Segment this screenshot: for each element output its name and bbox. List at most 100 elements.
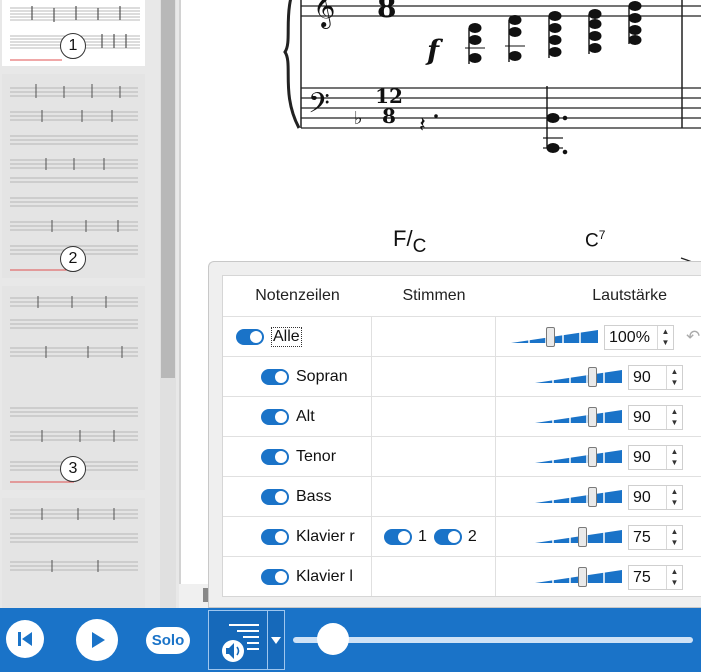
mixer-row: Alle 100% ▲ ▼ ↶: [223, 316, 701, 356]
decrement-arrow-icon[interactable]: ▼: [667, 417, 682, 428]
volume-column-header: Lautstärke: [592, 287, 667, 304]
staff-toggle[interactable]: [261, 368, 289, 385]
sidebar-splitter[interactable]: [179, 0, 181, 608]
page-number-badge: 1: [60, 33, 86, 59]
voices-cell: [372, 317, 496, 356]
volume-ramp: [535, 370, 622, 384]
increment-arrow-icon[interactable]: ▲: [667, 486, 682, 497]
volume-slider[interactable]: [535, 407, 622, 427]
staves-column-header: Notenzeilen: [255, 287, 340, 304]
playback-progress-handle[interactable]: [317, 623, 349, 655]
page-thumbnail[interactable]: 3: [2, 286, 145, 490]
volume-cell: 90 ▲ ▼: [496, 397, 701, 436]
staff-cell: Klavier l: [223, 557, 372, 596]
decrement-arrow-icon[interactable]: ▼: [667, 537, 682, 548]
volume-cell: 100% ▲ ▼ ↶: [496, 317, 701, 356]
spinbox-arrows[interactable]: ▲ ▼: [666, 406, 682, 429]
spinbox-arrows[interactable]: ▲ ▼: [666, 486, 682, 509]
play-button[interactable]: [76, 619, 118, 661]
volume-spinbox[interactable]: 90 ▲ ▼: [628, 405, 683, 430]
page-thumbnail-music: [10, 508, 138, 572]
volume-spinbox[interactable]: 90 ▲ ▼: [628, 485, 683, 510]
decrement-arrow-icon[interactable]: ▼: [667, 377, 682, 388]
staff-name: Alle: [271, 326, 302, 347]
chord-symbol-c7: C7: [585, 228, 605, 252]
volume-value: 75: [633, 529, 651, 546]
mixer-row: Klavier r 1 2 75 ▲ ▼: [223, 516, 701, 556]
volume-value: 90: [633, 449, 651, 466]
decrement-arrow-icon[interactable]: ▼: [667, 457, 682, 468]
page-number-badge: 2: [60, 246, 86, 272]
page-thumbnail[interactable]: [2, 498, 145, 608]
spinbox-arrows[interactable]: ▲ ▼: [666, 366, 682, 389]
mixer-dropdown-button[interactable]: [268, 610, 285, 670]
volume-slider-handle[interactable]: [578, 527, 587, 547]
volume-value: 90: [633, 489, 651, 506]
staff-toggle[interactable]: [261, 528, 289, 545]
volume-cell: 90 ▲ ▼: [496, 437, 701, 476]
page-thumbnail[interactable]: 2: [2, 74, 145, 278]
voices-cell: [372, 557, 496, 596]
staff-cell: Alt: [223, 397, 372, 436]
mixer-toggle-button[interactable]: [208, 610, 268, 670]
volume-spinbox[interactable]: 100% ▲ ▼: [604, 325, 674, 350]
transport-bar: Solo: [0, 608, 701, 672]
volume-slider-handle[interactable]: [588, 487, 597, 507]
volume-slider-handle[interactable]: [546, 327, 555, 347]
staff-name: Klavier l: [296, 567, 353, 585]
increment-arrow-icon[interactable]: ▲: [667, 366, 682, 377]
volume-slider-handle[interactable]: [588, 447, 597, 467]
staff-toggle[interactable]: [236, 328, 264, 345]
increment-arrow-icon[interactable]: ▲: [658, 326, 673, 337]
chord-root: F: [393, 226, 407, 251]
volume-spinbox[interactable]: 90 ▲ ▼: [628, 445, 683, 470]
spinbox-arrows[interactable]: ▲ ▼: [666, 566, 682, 589]
volume-slider[interactable]: [535, 527, 622, 547]
skip-to-start-icon: [18, 632, 32, 646]
volume-spinbox[interactable]: 90 ▲ ▼: [628, 365, 683, 390]
increment-arrow-icon[interactable]: ▲: [667, 446, 682, 457]
volume-slider[interactable]: [535, 567, 622, 587]
staff-cell: Bass: [223, 477, 372, 516]
voice-toggle[interactable]: [433, 528, 462, 545]
page-thumbnail[interactable]: 1: [2, 0, 145, 66]
voices-cell: [372, 357, 496, 396]
staff-toggle[interactable]: [261, 488, 289, 505]
spinbox-arrows[interactable]: ▲ ▼: [666, 446, 682, 469]
volume-slider[interactable]: [535, 487, 622, 507]
mixer-table: Notenzeilen Stimmen Lautstärke Alle 100% ▲…: [222, 275, 701, 597]
increment-arrow-icon[interactable]: ▲: [667, 566, 682, 577]
volume-slider-handle[interactable]: [588, 407, 597, 427]
mixer-row: Alt 90 ▲ ▼: [223, 396, 701, 436]
reset-volume-icon[interactable]: ↶: [686, 327, 700, 347]
volume-spinbox[interactable]: 75 ▲ ▼: [628, 525, 683, 550]
volume-slider[interactable]: [535, 447, 622, 467]
volume-slider-handle[interactable]: [578, 567, 587, 587]
staff-toggle[interactable]: [261, 568, 289, 585]
staff-name: Klavier r: [296, 527, 355, 545]
volume-cell: 90 ▲ ▼: [496, 477, 701, 516]
increment-arrow-icon[interactable]: ▲: [667, 406, 682, 417]
voices-cell: [372, 397, 496, 436]
staff-toggle[interactable]: [261, 448, 289, 465]
decrement-arrow-icon[interactable]: ▼: [667, 497, 682, 508]
staff-cell: Alle: [223, 317, 372, 356]
voice-toggle[interactable]: [384, 528, 412, 545]
volume-spinbox[interactable]: 75 ▲ ▼: [628, 565, 683, 590]
increment-arrow-icon[interactable]: ▲: [667, 526, 682, 537]
volume-slider[interactable]: [511, 327, 598, 347]
play-icon: [92, 632, 105, 648]
decrement-arrow-icon[interactable]: ▼: [667, 577, 682, 588]
spinbox-arrows[interactable]: ▲ ▼: [666, 526, 682, 549]
spinbox-arrows[interactable]: ▲ ▼: [657, 326, 673, 349]
rewind-button[interactable]: [6, 620, 44, 658]
playback-progress-track[interactable]: [293, 637, 693, 643]
solo-button[interactable]: Solo: [146, 627, 190, 654]
volume-slider[interactable]: [535, 367, 622, 387]
decrement-arrow-icon[interactable]: ▼: [658, 337, 673, 348]
volume-slider-handle[interactable]: [588, 367, 597, 387]
staff-toggle[interactable]: [261, 408, 289, 425]
svg-text:𝄽: 𝄽: [419, 113, 426, 138]
sidebar-scrollbar-thumb[interactable]: [161, 0, 175, 378]
dynamic-marking: f: [427, 34, 440, 67]
